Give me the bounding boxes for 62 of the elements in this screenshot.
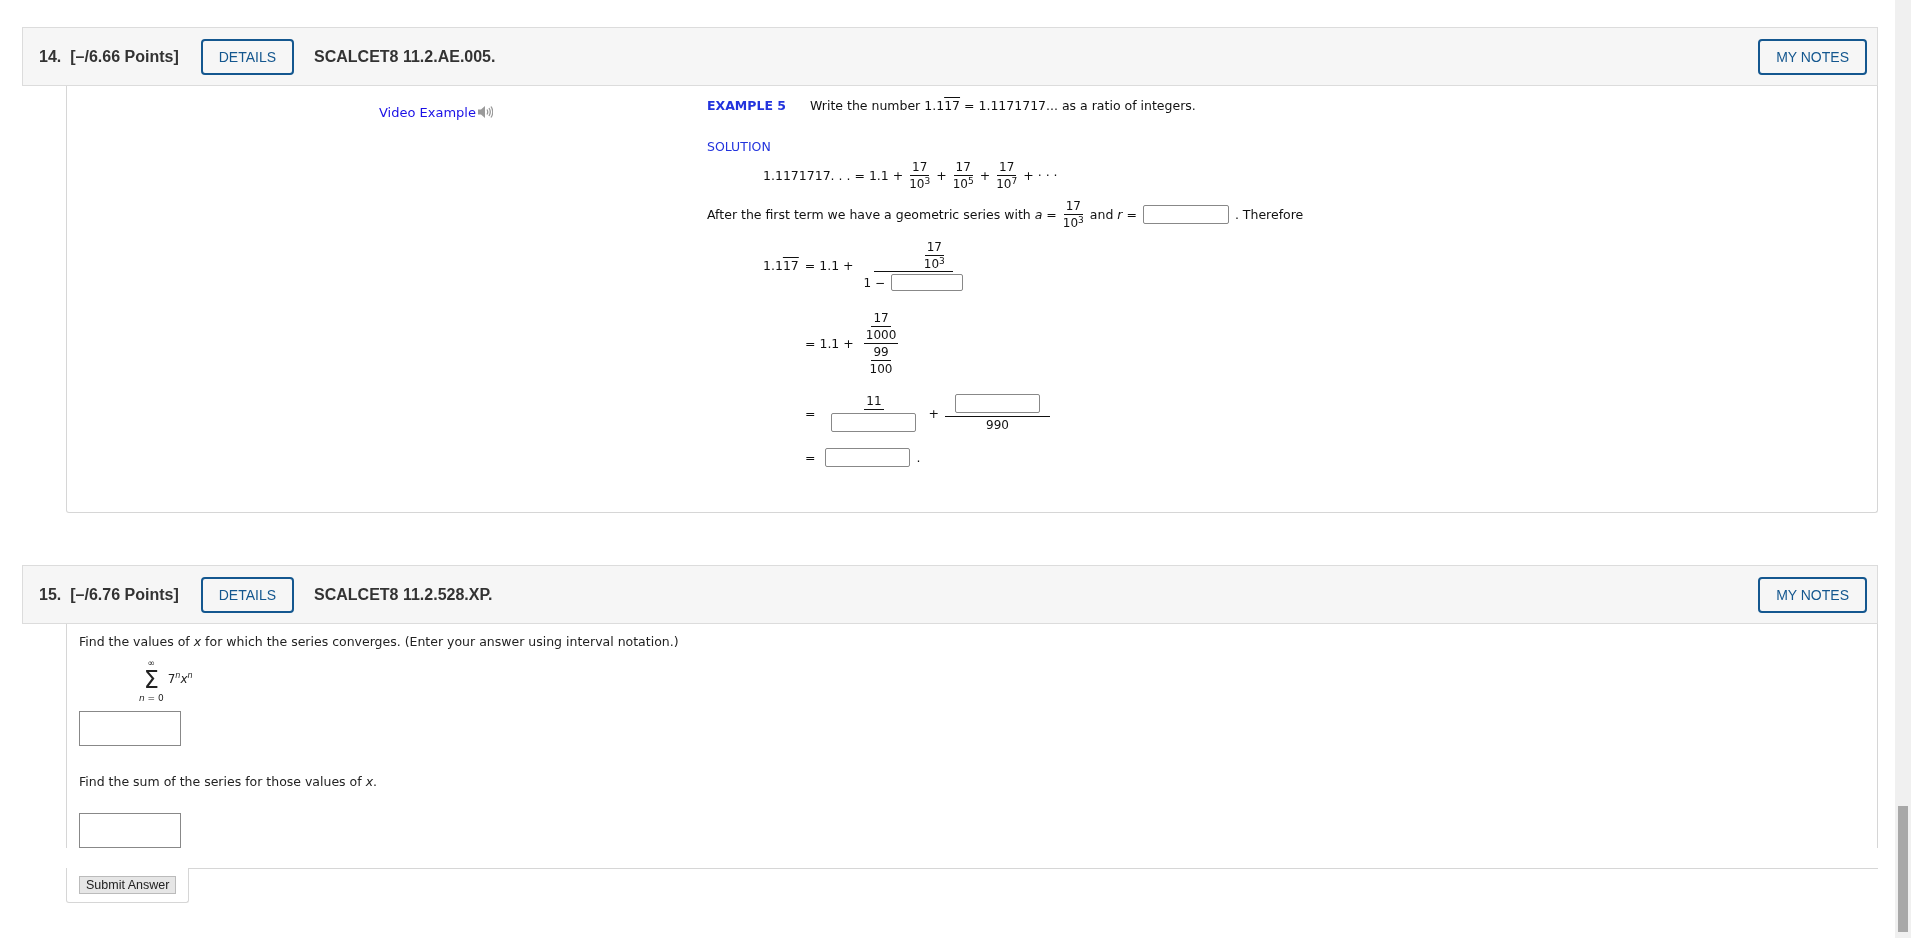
- math-expression: 1.1171717. . . = 1.1 +: [763, 168, 904, 183]
- math-sentence: and r =: [1089, 207, 1137, 222]
- fraction-denominator: 10$^{3}$: [1062, 215, 1084, 230]
- solution-label: SOLUTION: [707, 139, 772, 154]
- example-label: EXAMPLE 5: [707, 98, 786, 113]
- math-expression: 1.117: [763, 258, 799, 273]
- fraction-numerator: 17: [871, 311, 891, 327]
- math-expression: = 1.1 +: [805, 336, 854, 351]
- math-sentence: . Therefore: [1234, 207, 1304, 222]
- fraction-numerator: 17: [910, 160, 930, 176]
- submit-answer-button[interactable]: Submit Answer: [79, 876, 177, 894]
- math-expression: =: [805, 450, 816, 465]
- question-prompt: Find the sum of the series for those values of x.: [79, 774, 378, 789]
- details-button[interactable]: DETAILS: [200, 38, 295, 75]
- fraction-denominator: 10$^{7}$: [996, 176, 1018, 191]
- fraction-denominator: 10$^{3}$: [923, 256, 945, 271]
- scrollbar-thumb[interactable]: [1898, 806, 1908, 932]
- question-number: 15.: [39, 585, 62, 604]
- answer-field[interactable]: [954, 394, 1040, 413]
- question-points: [–/6.76 Points]: [70, 585, 179, 604]
- question-prompt: Find the values of x for which the series converges. (Enter your answer using interval notation.): [79, 634, 680, 649]
- question-code: SCALCET8 11.2.AE.005.: [314, 47, 496, 66]
- fraction-denominator: 100: [869, 361, 893, 376]
- my-notes-button[interactable]: MY NOTES: [1758, 576, 1867, 613]
- details-button[interactable]: DETAILS: [200, 576, 295, 613]
- answer-field[interactable]: [79, 711, 181, 746]
- example-prompt: Write the number 1.117 = 1.1171717... as a ratio of integers.: [810, 98, 1196, 113]
- math-operator: .: [916, 450, 921, 465]
- series-term: 7$^{n}$x$^{n}$: [167, 670, 193, 686]
- scrollbar[interactable]: [1895, 0, 1911, 938]
- math-expression: = 1.1 +: [804, 258, 854, 273]
- sum-lower-limit: n = 0: [139, 694, 164, 703]
- sum-upper-limit: ∞: [147, 659, 156, 668]
- question-points: [–/6.66 Points]: [70, 47, 179, 66]
- fraction-numerator: 17: [924, 240, 944, 256]
- answer-field[interactable]: [1142, 205, 1229, 224]
- math-expression: 1 −: [863, 275, 886, 290]
- answer-field[interactable]: [79, 813, 181, 848]
- fraction-denominator: 1000: [865, 327, 897, 342]
- fraction-denominator: 990: [986, 417, 1009, 432]
- math-operator: +: [979, 168, 991, 183]
- answer-field[interactable]: [831, 413, 917, 432]
- answer-field[interactable]: [891, 274, 964, 291]
- fraction-numerator: 17: [997, 160, 1017, 176]
- math-operator: +: [936, 168, 947, 183]
- video-example-link[interactable]: Video Example: [379, 104, 476, 120]
- sigma-symbol: Σ: [143, 668, 159, 692]
- math-sentence: After the first term we have a geometric series with a =: [707, 207, 1057, 222]
- math-operator: +: [928, 405, 939, 421]
- answer-field[interactable]: [825, 448, 911, 467]
- fraction-denominator: 10$^{5}$: [952, 176, 974, 191]
- speaker-icon: [476, 104, 493, 120]
- math-expression: =: [805, 405, 816, 421]
- fraction-numerator: 17: [1063, 199, 1083, 215]
- math-operator: + · · ·: [1023, 168, 1058, 183]
- fraction-numerator: 99: [871, 345, 891, 361]
- question-number: 14.: [39, 47, 62, 66]
- fraction-numerator: 17: [953, 160, 973, 176]
- question-code: SCALCET8 11.2.528.XP.: [314, 585, 493, 604]
- my-notes-button[interactable]: MY NOTES: [1758, 38, 1867, 75]
- fraction-denominator: 10$^{3}$: [909, 176, 931, 191]
- fraction-numerator: 11: [864, 394, 884, 410]
